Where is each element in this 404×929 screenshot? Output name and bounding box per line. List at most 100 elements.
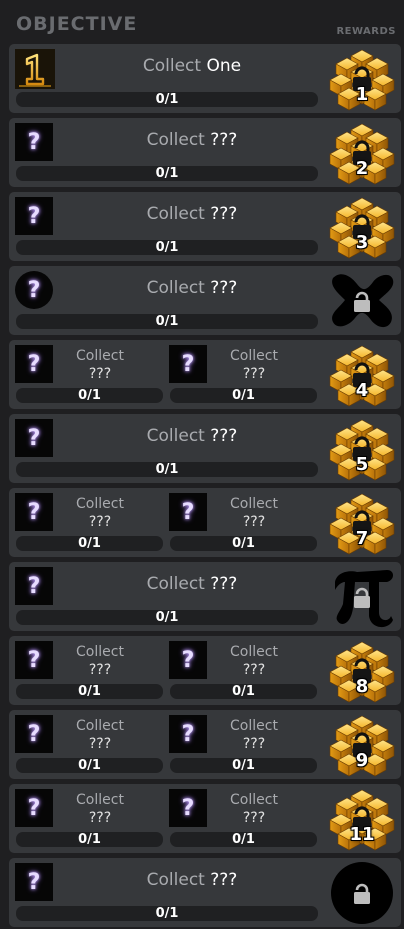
collect-word: Collect <box>146 204 205 224</box>
reward-crate[interactable]: 2 <box>327 120 397 186</box>
target-name: ??? <box>242 514 266 530</box>
objective-row[interactable]: ? Collect ??? 0/1 5 <box>9 414 401 483</box>
reward-crate[interactable]: 5 <box>327 416 397 482</box>
objective-row[interactable]: Collect One 0/1 1 <box>9 44 401 113</box>
reward-crate[interactable]: 11 <box>327 786 397 852</box>
question-mark-glyph: ? <box>27 203 41 229</box>
objective-row[interactable]: ? Collect ??? 0/1 2 <box>9 118 401 187</box>
reward-crate[interactable]: 4 <box>327 342 397 408</box>
objective-sub-label: Collect??? <box>199 717 309 753</box>
objective-sub-label: Collect??? <box>45 347 155 383</box>
reward-crate[interactable]: 9 <box>327 712 397 778</box>
objective-row[interactable]: ? Collect ??? 0/1 <box>9 858 401 927</box>
objective-row[interactable]: ? Collect ??? 0/1 <box>9 266 401 335</box>
objective-row[interactable]: ? Collect??? 0/1? Collect??? 0/1 11 <box>9 784 401 853</box>
progress-text: 0/1 <box>232 388 255 403</box>
collect-word: Collect <box>230 496 278 512</box>
objective-row[interactable]: ? Collect??? 0/1? Collect??? 0/1 7 <box>9 488 401 557</box>
objective-label: Collect ??? <box>57 130 327 150</box>
progress-bar: 0/1 <box>16 166 318 181</box>
objectives-panel: OBJECTIVE REWARDS Collect One 0/1 1? Collec… <box>0 0 404 929</box>
progress-bar: 0/1 <box>16 758 163 773</box>
objective-sub-label: Collect??? <box>45 717 155 753</box>
objective-sub-label: Collect??? <box>199 643 309 679</box>
objective-sub-label: Collect??? <box>45 791 155 827</box>
target-name: ??? <box>210 130 238 150</box>
progress-text: 0/1 <box>78 536 101 551</box>
progress-bar: 0/1 <box>16 684 163 699</box>
target-name: ??? <box>242 662 266 678</box>
target-name: ??? <box>242 810 266 826</box>
progress-text: 0/1 <box>232 832 255 847</box>
target-name: ??? <box>210 870 238 890</box>
locked-reward[interactable] <box>327 268 397 334</box>
progress-text: 0/1 <box>155 92 179 107</box>
progress-text: 0/1 <box>78 832 101 847</box>
progress-bar: 0/1 <box>16 388 163 403</box>
reward-number: 11 <box>349 824 375 845</box>
progress-bar: 0/1 <box>170 758 317 773</box>
mystery-square-icon: ? <box>15 863 53 901</box>
objective-row[interactable]: ? Collect ??? 0/1 3 <box>9 192 401 261</box>
reward-crate[interactable]: 1 <box>327 46 397 112</box>
progress-text: 0/1 <box>155 240 179 255</box>
progress-text: 0/1 <box>155 166 179 181</box>
collect-word: Collect <box>76 348 124 364</box>
target-name: ??? <box>210 426 238 446</box>
target-name: One <box>206 56 242 76</box>
progress-bar: 0/1 <box>16 240 318 255</box>
progress-text: 0/1 <box>155 462 179 477</box>
progress-bar: 0/1 <box>16 906 318 921</box>
progress-bar: 0/1 <box>16 832 163 847</box>
question-mark-glyph: ? <box>27 277 41 303</box>
rewards-column-header: REWARDS <box>336 26 396 37</box>
reward-crate[interactable]: 3 <box>327 194 397 260</box>
collect-word: Collect <box>230 718 278 734</box>
reward-number: 7 <box>355 528 369 549</box>
reward-number: 8 <box>355 676 369 697</box>
reward-crate[interactable]: 8 <box>327 638 397 704</box>
reward-crate[interactable]: 7 <box>327 490 397 556</box>
reward-number: 5 <box>355 454 369 475</box>
objective-sub-label: Collect??? <box>199 791 309 827</box>
progress-bar: 0/1 <box>170 684 317 699</box>
target-name: ??? <box>88 662 112 678</box>
objective-label: Collect ??? <box>57 870 327 890</box>
target-name: ??? <box>242 366 266 382</box>
objective-label: Collect ??? <box>57 426 327 446</box>
target-name: ??? <box>210 204 238 224</box>
objective-sub-label: Collect??? <box>199 347 309 383</box>
objective-row[interactable]: ? Collect ??? 0/1 <box>9 562 401 631</box>
collect-word: Collect <box>146 130 205 150</box>
progress-bar: 0/1 <box>16 314 318 329</box>
progress-text: 0/1 <box>155 610 179 625</box>
lock-icon <box>331 862 393 924</box>
progress-bar: 0/1 <box>170 536 317 551</box>
collect-word: Collect <box>76 718 124 734</box>
objective-sub-label: Collect??? <box>45 495 155 531</box>
locked-reward[interactable] <box>327 564 397 630</box>
objective-label: Collect One <box>57 56 327 76</box>
progress-text: 0/1 <box>155 314 179 329</box>
collect-word: Collect <box>230 792 278 808</box>
progress-text: 0/1 <box>78 388 101 403</box>
progress-text: 0/1 <box>78 758 101 773</box>
progress-bar: 0/1 <box>16 462 318 477</box>
lock-icon <box>335 570 393 628</box>
objective-row[interactable]: ? Collect??? 0/1? Collect??? 0/1 4 <box>9 340 401 409</box>
progress-text: 0/1 <box>78 684 101 699</box>
objective-row[interactable]: ? Collect??? 0/1? Collect??? 0/1 9 <box>9 710 401 779</box>
mystery-square-icon: ? <box>15 567 53 605</box>
target-name: ??? <box>88 514 112 530</box>
reward-number: 4 <box>355 380 369 401</box>
reward-number: 2 <box>355 158 369 179</box>
collect-word: Collect <box>146 278 205 298</box>
mystery-circle-icon: ? <box>15 271 53 309</box>
progress-bar: 0/1 <box>170 388 317 403</box>
target-name: ??? <box>88 810 112 826</box>
objective-row[interactable]: ? Collect??? 0/1? Collect??? 0/1 8 <box>9 636 401 705</box>
objective-label: Collect ??? <box>57 204 327 224</box>
collect-word: Collect <box>142 56 202 76</box>
progress-bar: 0/1 <box>170 832 317 847</box>
locked-reward[interactable] <box>327 860 397 926</box>
